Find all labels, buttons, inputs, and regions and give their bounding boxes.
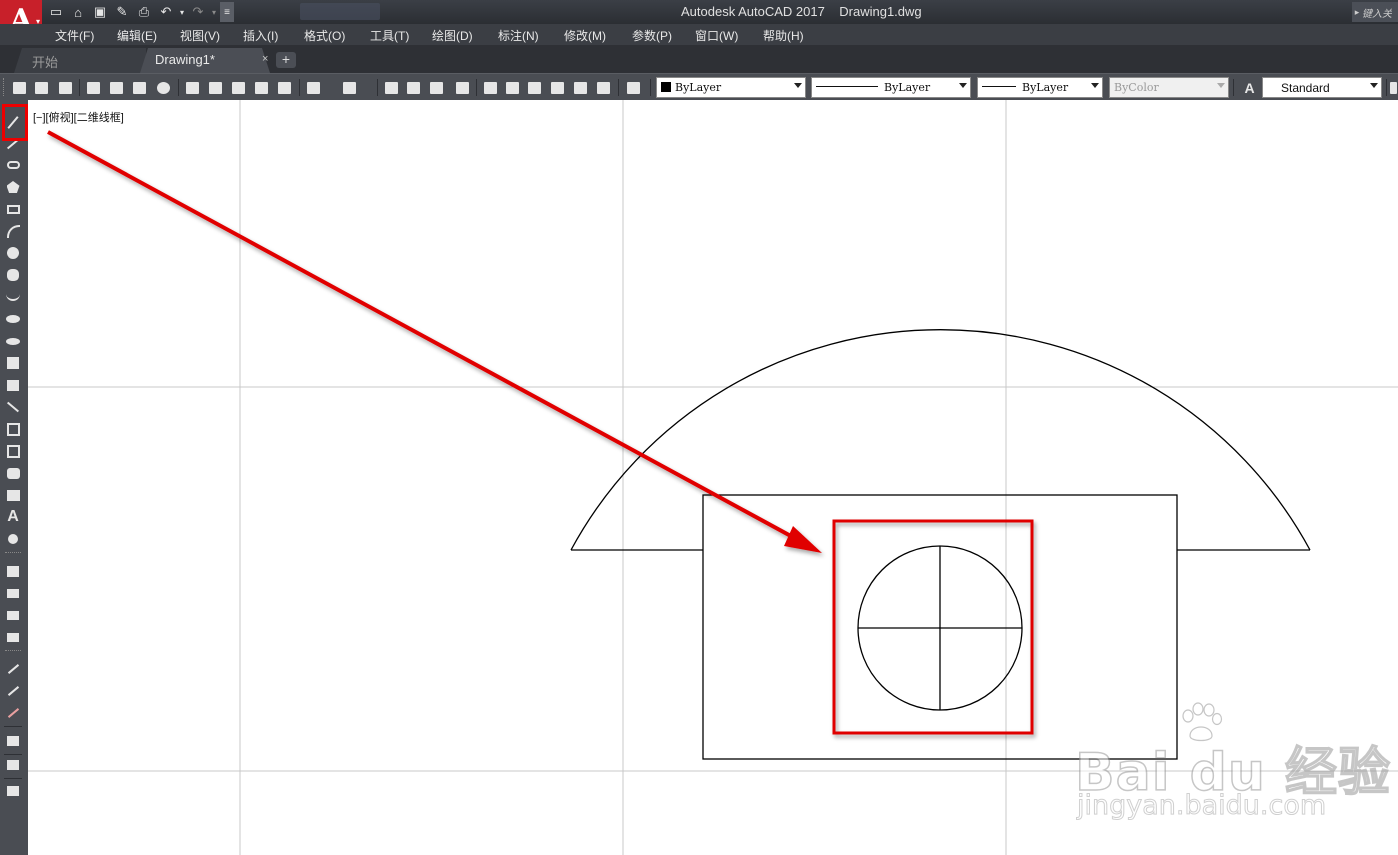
window-highlight-box	[832, 519, 1034, 735]
arrow-shaft	[47, 130, 801, 543]
watermark-url: jingyan.baidu.com	[1076, 790, 1327, 822]
viewport-controls-label[interactable]: [−][俯视][二维线框]	[33, 109, 124, 125]
roof-arc[interactable]	[570, 329, 1311, 551]
pointer-arrow	[47, 130, 822, 553]
autocad-window: ▭ ⌂ ▣ ✎ ⎙ ↶ ▾ ↷ ▾ ≡ Autodesk AutoCAD 201…	[0, 0, 1398, 855]
house-drawing	[570, 329, 1311, 760]
baidu-watermark: Bai du 经验 jingyan.baidu.com	[1074, 702, 1391, 830]
arrow-head	[784, 526, 822, 553]
